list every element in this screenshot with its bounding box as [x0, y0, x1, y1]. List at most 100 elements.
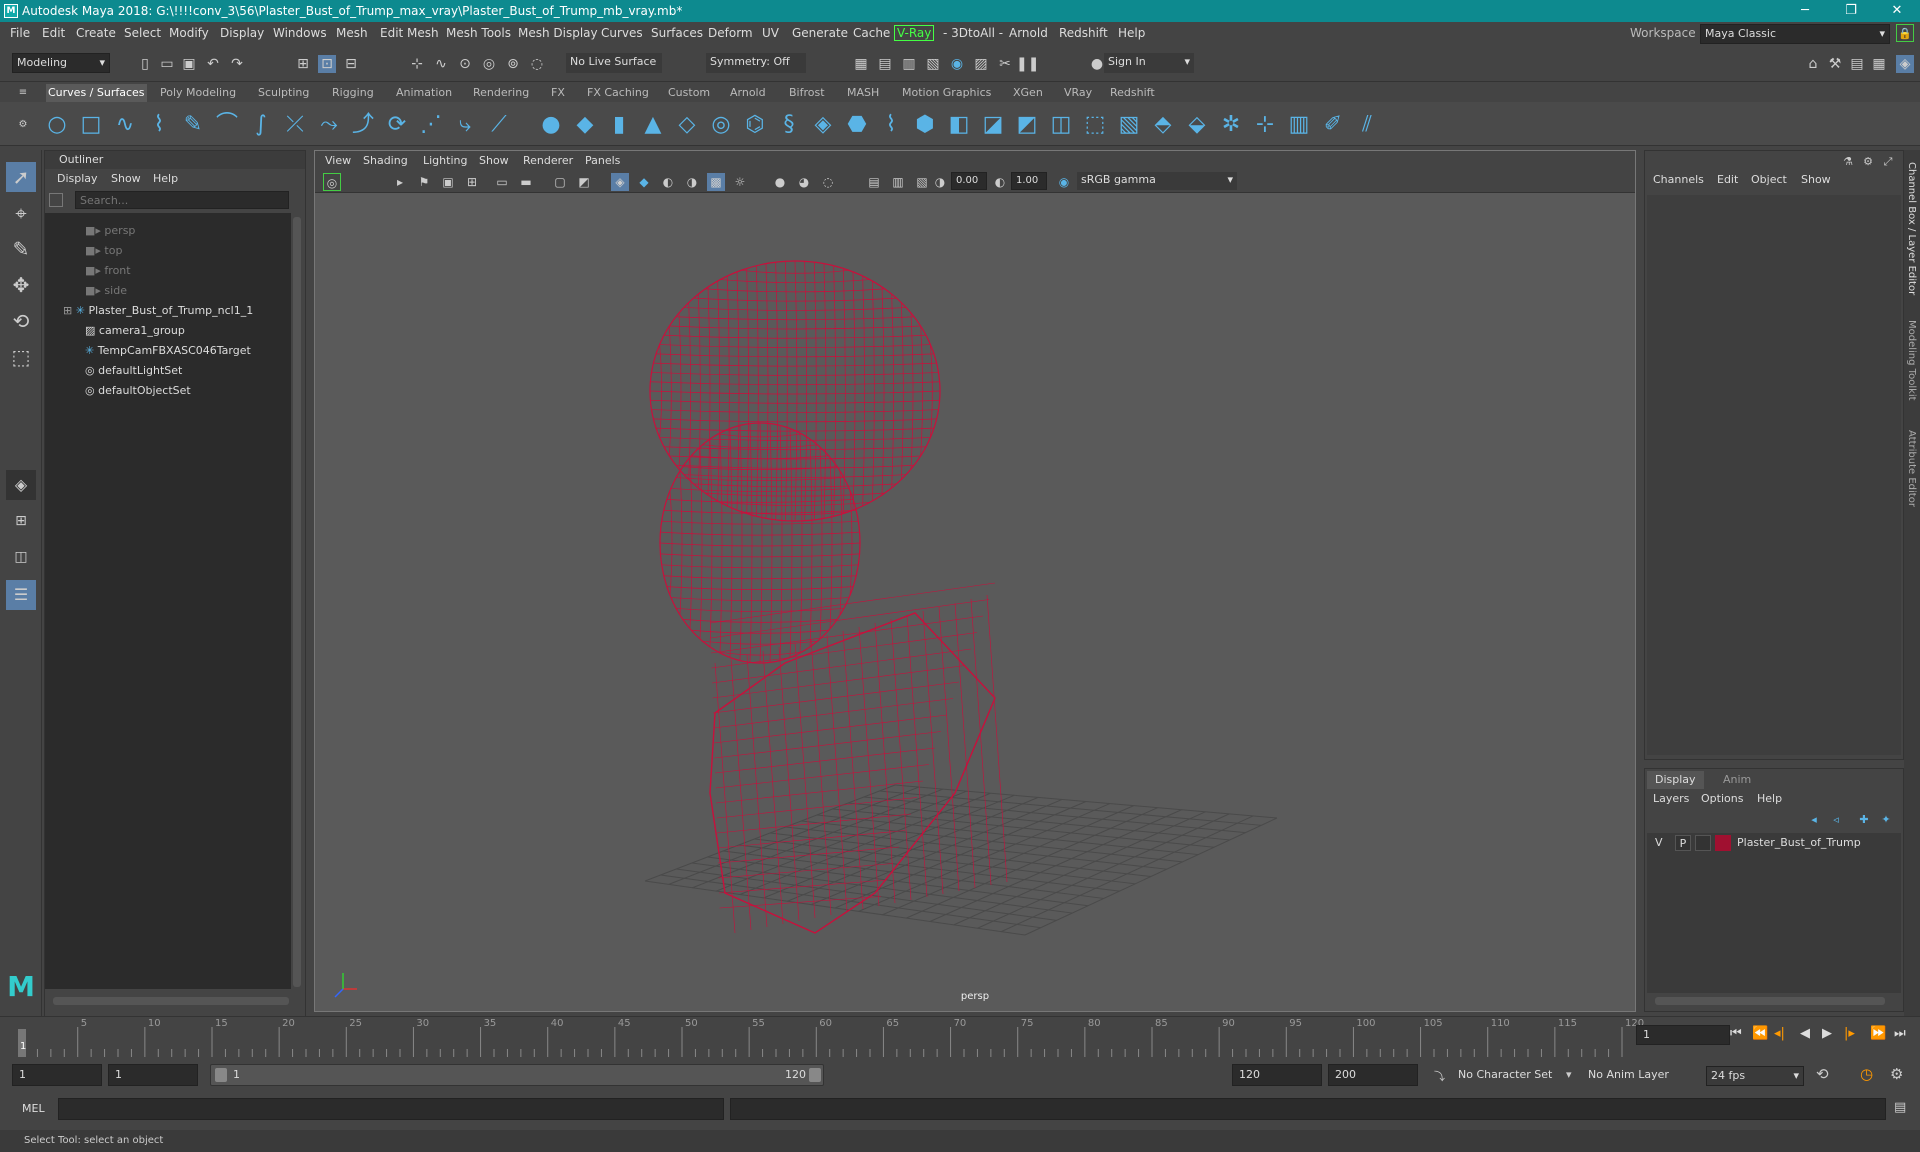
bevel-icon[interactable]: ◪	[980, 112, 1006, 138]
nurbs-torus-icon[interactable]: ◎	[708, 112, 734, 138]
menu-arnold[interactable]: Arnold	[1009, 22, 1048, 44]
snap-live-icon[interactable]: ◌	[528, 55, 546, 73]
planar-icon[interactable]: ◈	[810, 112, 836, 138]
birail-icon[interactable]: ⌇	[878, 112, 904, 138]
grid-toggle-icon[interactable]: ⊞	[463, 173, 481, 191]
curve-intersect-icon[interactable]: ⤫	[282, 112, 308, 138]
layer-playback-toggle[interactable]: P	[1675, 835, 1691, 851]
script-editor-icon[interactable]: ▤	[1894, 1100, 1906, 1115]
intersect-surface-icon[interactable]: ▧	[1116, 112, 1142, 138]
workspace-dropdown[interactable]: Maya Classic ▾	[1700, 24, 1890, 44]
rotate-tool-icon[interactable]: ⟲	[6, 306, 36, 336]
step-back-key-icon[interactable]: ⏪	[1752, 1026, 1768, 1042]
bookmark-icon[interactable]: ⚑	[415, 173, 433, 191]
select-hierarchy-icon[interactable]: ⊞	[294, 55, 312, 73]
xray-icon[interactable]: ▩	[707, 173, 725, 191]
menu-deform[interactable]: Deform	[708, 22, 753, 44]
isolate-select-icon[interactable]: ●	[771, 173, 789, 191]
snap-view-icon[interactable]: ◎	[480, 55, 498, 73]
outliner-horizontal-scrollbar[interactable]	[53, 997, 289, 1005]
bezier-curve-icon[interactable]: ∫	[248, 112, 274, 138]
move-layer-up-icon[interactable]: ◂	[1805, 811, 1823, 829]
outliner-item-persp[interactable]: ■▸ persp	[85, 221, 135, 241]
nurbs-square-icon[interactable]: □	[78, 112, 104, 138]
outliner-menu-help[interactable]: Help	[153, 169, 178, 189]
sign-in-button[interactable]: Sign In ▾	[1104, 53, 1194, 73]
pause-icon[interactable]: ❚❚	[1016, 55, 1039, 73]
tool-settings-icon[interactable]: ▤	[1848, 55, 1866, 73]
snapshot-icon[interactable]: ✂	[996, 55, 1014, 73]
snap-curve-icon[interactable]: ∿	[432, 55, 450, 73]
film-gate-icon[interactable]: ▭	[493, 173, 511, 191]
attach-surface-icon[interactable]: ⬘	[1150, 112, 1176, 138]
move-layer-down-icon[interactable]: ◃	[1827, 811, 1845, 829]
layer-tab-anim[interactable]: Anim	[1715, 771, 1759, 789]
save-scene-icon[interactable]: ▣	[180, 55, 198, 73]
auto-key-icon[interactable]: ◷	[1860, 1065, 1873, 1083]
side-tab-modeling-toolkit[interactable]: Modeling Toolkit	[1906, 320, 1917, 401]
menu-display[interactable]: Display	[220, 22, 264, 44]
playback-end-field[interactable]: 120	[1232, 1064, 1322, 1086]
step-forward-key-icon[interactable]: ⏩	[1870, 1026, 1886, 1042]
redo-icon[interactable]: ↷	[228, 55, 246, 73]
arc-curve-icon[interactable]: ⌒	[214, 112, 240, 138]
shelf-tab-rendering[interactable]: Rendering	[471, 84, 531, 102]
new-layer-icon[interactable]: ✚	[1855, 811, 1873, 829]
ipr-render-icon[interactable]: ◉	[948, 55, 966, 73]
nurbs-cone-icon[interactable]: ▲	[640, 112, 666, 138]
curve-rebuild-icon[interactable]: ⟳	[384, 112, 410, 138]
live-surface-field[interactable]: No Live Surface	[566, 53, 662, 73]
resolution-gate-icon[interactable]: ▬	[517, 173, 535, 191]
pencil-curve-icon[interactable]: ✎	[180, 112, 206, 138]
outliner-layout-icon[interactable]: ☰	[6, 580, 36, 610]
new-scene-icon[interactable]: ▯	[136, 55, 154, 73]
boundary-icon[interactable]: ⬢	[912, 112, 938, 138]
single-view-layout-icon[interactable]: ◈	[6, 470, 36, 500]
layer-color-swatch[interactable]	[1715, 835, 1731, 851]
extend-surface-icon[interactable]: ✐	[1320, 112, 1346, 138]
menu-vray[interactable]: V-Ray	[894, 25, 935, 41]
command-input[interactable]	[58, 1098, 724, 1120]
menu-cache[interactable]: Cache	[853, 22, 890, 44]
command-language-label[interactable]: MEL	[22, 1102, 45, 1115]
menu-create[interactable]: Create	[76, 22, 116, 44]
viewport-panel[interactable]: View Shading Lighting Show Renderer Pane…	[314, 150, 1636, 1012]
shelf-tab-curves-surfaces[interactable]: Curves / Surfaces	[46, 84, 147, 102]
use-lights-icon[interactable]: ◐	[659, 173, 677, 191]
four-view-layout-icon[interactable]: ⊞	[6, 506, 36, 536]
extrude-icon[interactable]: ⬣	[844, 112, 870, 138]
project-curve-icon[interactable]: ⬚	[1082, 112, 1108, 138]
shelf-tab-animation[interactable]: Animation	[394, 84, 454, 102]
menu-windows[interactable]: Windows	[273, 22, 327, 44]
shelf-tab-vray[interactable]: VRay	[1062, 84, 1094, 102]
outliner-item-top[interactable]: ■▸ top	[85, 241, 122, 261]
range-bar[interactable]: 1 120	[210, 1064, 824, 1086]
lasso-tool-icon[interactable]: ⌖	[6, 198, 36, 228]
outliner-item-camera1-group[interactable]: ▨ camera1_group	[85, 321, 185, 341]
viewport-canvas[interactable]	[315, 193, 1635, 1011]
menu-modify[interactable]: Modify	[169, 22, 209, 44]
open-scene-icon[interactable]: ▭	[158, 55, 176, 73]
render-settings-icon[interactable]: ▥	[900, 55, 918, 73]
outliner-item-front[interactable]: ■▸ front	[85, 261, 131, 281]
shelf-tab-arnold[interactable]: Arnold	[728, 84, 768, 102]
menu-edit[interactable]: Edit	[42, 22, 65, 44]
layer-row[interactable]: V P Plaster_Bust_of_Trump	[1647, 833, 1901, 853]
outliner-vertical-scrollbar[interactable]	[293, 217, 301, 987]
two-view-layout-icon[interactable]: ◫	[6, 542, 36, 572]
square-surface-icon[interactable]: ◧	[946, 112, 972, 138]
rebuild-surface-icon[interactable]: ▥	[1286, 112, 1312, 138]
cv-curve-icon[interactable]: ∿	[112, 112, 138, 138]
side-tab-attribute-editor[interactable]: Attribute Editor	[1906, 430, 1917, 507]
menu-generate[interactable]: Generate	[792, 22, 848, 44]
viewport-menu-view[interactable]: View	[325, 151, 351, 171]
range-end-handle[interactable]	[809, 1068, 821, 1082]
outliner-item-default-object-set[interactable]: ◎ defaultObjectSet	[85, 381, 191, 401]
scale-tool-icon[interactable]: ⬚	[6, 342, 36, 372]
shelf-tab-custom[interactable]: Custom	[666, 84, 712, 102]
channel-menu-show[interactable]: Show	[1801, 173, 1831, 186]
safe-frame-icon[interactable]: ▧	[913, 173, 931, 191]
two-sided-icon[interactable]: ▥	[889, 173, 907, 191]
shelf-tab-fx[interactable]: FX	[549, 84, 567, 102]
channel-box-settings-icon[interactable]: ⚙	[1859, 153, 1877, 171]
